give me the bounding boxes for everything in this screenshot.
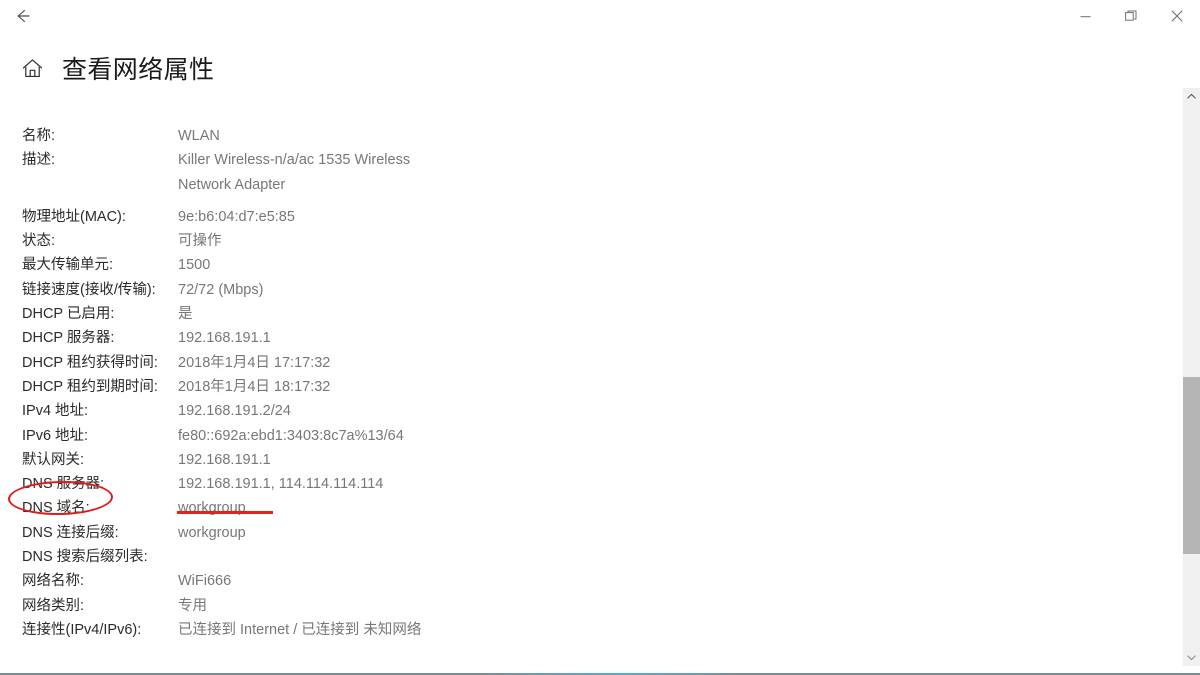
close-icon — [1171, 10, 1183, 22]
property-row: IPv6 地址: fe80::692a:ebd1:3403:8c7a%13/64 — [0, 424, 1183, 448]
network-properties-list: 名称: WLAN 描述: Killer Wireless-n/a/ac 1535 Wi… — [0, 124, 1183, 642]
minimize-icon — [1080, 15, 1090, 17]
chevron-up-icon — [1187, 93, 1196, 99]
vertical-scrollbar[interactable] — [1183, 88, 1200, 666]
property-value: workgroup — [178, 524, 246, 541]
property-label: DNS 域名: — [22, 500, 90, 517]
property-value: 2018年1月4日 18:17:32 — [178, 378, 331, 395]
property-label: 最大传输单元: — [22, 257, 114, 274]
property-row: DHCP 服务器: 192.168.191.1 — [0, 326, 1183, 350]
home-icon — [22, 58, 42, 77]
property-value: 192.168.191.1 — [178, 451, 271, 468]
property-row: 状态: 可操作 — [0, 229, 1183, 253]
property-row: IPv4 地址: 192.168.191.2/24 — [0, 399, 1183, 423]
property-label: 描述: — [22, 152, 56, 169]
property-label: DNS 连接后缀: — [22, 524, 119, 541]
settings-window: 查看网络属性 名称: WLAN 描述: Killer Wireless-n/a/ac … — [0, 0, 1200, 675]
back-arrow-icon — [17, 9, 30, 23]
maximize-button[interactable] — [1108, 0, 1154, 32]
property-label: 名称: — [22, 128, 56, 144]
restore-icon — [1125, 10, 1137, 21]
home-button[interactable] — [19, 55, 45, 81]
property-label: DNS 搜索后缀列表: — [22, 549, 148, 566]
property-row: DHCP 租约获得时间: 2018年1月4日 17:17:32 — [0, 351, 1183, 375]
property-row: DNS 搜索后缀列表: — [0, 545, 1183, 569]
property-value: Killer Wireless-n/a/ac 1535 Wireless Net… — [178, 152, 411, 193]
property-row: DHCP 租约到期时间: 2018年1月4日 18:17:32 — [0, 375, 1183, 399]
property-value: 192.168.191.1, 114.114.114.114 — [178, 476, 384, 493]
property-label: 网络类别: — [22, 597, 85, 614]
scrollbar-down-button[interactable] — [1183, 649, 1200, 666]
property-row: 物理地址(MAC): 9e:b6:04:d7:e5:85 — [0, 205, 1183, 229]
property-row: 名称: WLAN — [0, 124, 1183, 148]
close-button[interactable] — [1154, 0, 1200, 32]
page-title: 查看网络属性 — [62, 56, 215, 84]
property-value: 可操作 — [178, 233, 222, 250]
property-label: IPv6 地址: — [22, 427, 89, 444]
property-row: DHCP 已启用: 是 — [0, 302, 1183, 326]
property-value: 192.168.191.1 — [178, 330, 271, 347]
property-value: 72/72 (Mbps) — [178, 281, 264, 298]
property-row: 连接性(IPv4/IPv6): 已连接到 Internet / 已连接到 未知网络 — [0, 618, 1183, 642]
property-value: 2018年1月4日 17:17:32 — [178, 354, 331, 371]
property-value: 192.168.191.2/24 — [178, 403, 291, 420]
property-label: 连接性(IPv4/IPv6): — [22, 621, 142, 638]
property-row: DNS 连接后缀: workgroup — [0, 521, 1183, 545]
property-value: workgroup — [178, 500, 246, 517]
property-label: DNS 服务器: — [22, 476, 105, 493]
property-label: 链接速度(接收/传输): — [22, 281, 156, 298]
page-header: 查看网络属性 — [0, 44, 214, 92]
property-row: 默认网关: 192.168.191.1 — [0, 448, 1183, 472]
chevron-down-icon — [1187, 655, 1196, 661]
property-label: DHCP 已启用: — [22, 306, 115, 323]
property-label: DHCP 服务器: — [22, 330, 115, 347]
property-row: DNS 域名: workgroup — [0, 496, 1183, 520]
property-value: 9e:b6:04:d7:e5:85 — [178, 208, 295, 225]
property-label: DHCP 租约获得时间: — [22, 354, 158, 371]
properties-scroll-area: 名称: WLAN 描述: Killer Wireless-n/a/ac 1535 Wi… — [0, 100, 1183, 662]
scrollbar-up-button[interactable] — [1183, 88, 1200, 105]
property-value: WiFi666 — [178, 573, 232, 590]
property-label: 状态: — [22, 233, 56, 250]
property-value: 是 — [178, 306, 193, 323]
property-row: 最大传输单元: 1500 — [0, 253, 1183, 277]
window-controls — [1062, 0, 1200, 32]
property-row: 链接速度(接收/传输): 72/72 (Mbps) — [0, 278, 1183, 302]
property-row: 网络名称: WiFi666 — [0, 569, 1183, 593]
property-value: 1500 — [178, 257, 211, 274]
property-row: 描述: Killer Wireless-n/a/ac 1535 Wireless … — [0, 148, 1183, 197]
back-button[interactable] — [0, 0, 46, 32]
minimize-button[interactable] — [1062, 0, 1108, 32]
property-value: 专用 — [178, 597, 207, 614]
scrollbar-track[interactable] — [1183, 105, 1200, 649]
property-label: 网络名称: — [22, 573, 85, 590]
property-value: WLAN — [178, 128, 220, 144]
property-row: DNS 服务器: 192.168.191.1, 114.114.114.114 — [0, 472, 1183, 496]
scrollbar-thumb[interactable] — [1183, 377, 1200, 554]
title-bar — [0, 0, 1200, 32]
property-label: 默认网关: — [22, 451, 85, 468]
property-row: 网络类别: 专用 — [0, 594, 1183, 618]
property-label: IPv4 地址: — [22, 403, 89, 420]
property-value: 已连接到 Internet / 已连接到 未知网络 — [178, 621, 422, 638]
property-value: fe80::692a:ebd1:3403:8c7a%13/64 — [178, 427, 404, 444]
property-label: 物理地址(MAC): — [22, 208, 126, 225]
property-label: DHCP 租约到期时间: — [22, 378, 158, 395]
